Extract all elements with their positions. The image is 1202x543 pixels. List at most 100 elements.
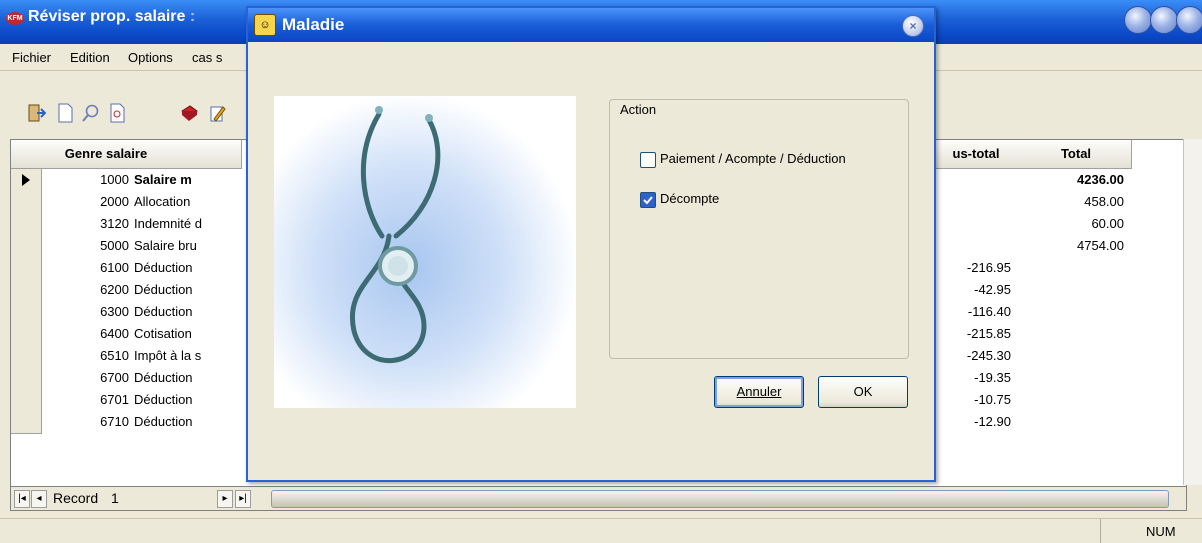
row-selector[interactable] [11,345,42,368]
search-icon[interactable] [82,103,100,123]
horizontal-scrollbar[interactable] [271,490,1169,508]
last-record-button[interactable]: ▸| [235,490,251,508]
exit-icon[interactable] [28,103,46,123]
row-selector[interactable] [11,279,42,302]
row-label[interactable]: Déduction [134,367,244,389]
row-label[interactable]: Indemnité d [134,213,244,235]
row-total[interactable] [1021,257,1124,279]
row-code[interactable]: 6100 [91,257,129,279]
row-selector[interactable] [11,389,42,412]
row-selector[interactable] [11,301,42,324]
row-total[interactable]: 4754.00 [1021,235,1124,257]
checkmark-icon [643,196,653,205]
dialog-close-button[interactable]: × [902,15,924,37]
row-total[interactable]: 60.00 [1021,213,1124,235]
row-label[interactable]: Cotisation [134,323,244,345]
row-total[interactable] [1021,367,1124,389]
maladie-dialog: ☺ Maladie × Action Paiement / Acompte / … [246,6,936,482]
menu-fichier[interactable]: Fichier [12,50,51,65]
row-code[interactable]: 6700 [91,367,129,389]
row-label[interactable]: Déduction [134,257,244,279]
row-subtotal[interactable]: -10.75 [931,389,1011,411]
row-code[interactable]: 3120 [91,213,129,235]
row-code[interactable]: 2000 [91,191,129,213]
row-label[interactable]: Salaire bru [134,235,244,257]
window-title: Réviser prop. salaire : [28,8,195,26]
stethoscope-image [274,96,576,408]
book-icon[interactable] [180,103,198,123]
row-subtotal[interactable]: -216.95 [931,257,1011,279]
row-code[interactable]: 6701 [91,389,129,411]
row-total[interactable] [1021,411,1124,433]
decompte-label: Décompte [660,191,720,206]
first-record-button[interactable]: |◂ [14,490,30,508]
row-selector[interactable] [11,367,42,390]
ok-button[interactable]: OK [818,376,908,408]
row-subtotal[interactable]: -42.95 [931,279,1011,301]
decompte-checkbox[interactable] [640,192,656,208]
row-code[interactable]: 1000 [91,169,129,191]
row-code[interactable]: 6400 [91,323,129,345]
row-subtotal[interactable]: -19.35 [931,367,1011,389]
row-label[interactable]: Déduction [134,279,244,301]
action-groupbox [609,99,909,359]
row-subtotal[interactable]: -116.40 [931,301,1011,323]
row-subtotal[interactable] [931,213,1011,235]
minimize-button[interactable] [1124,6,1152,34]
row-subtotal[interactable] [931,169,1011,191]
row-code[interactable]: 6710 [91,411,129,433]
row-selector[interactable] [11,235,42,258]
menu-cas[interactable]: cas s [192,50,222,65]
row-label[interactable]: Déduction [134,389,244,411]
menu-options[interactable]: Options [128,50,173,65]
row-total[interactable] [1021,323,1124,345]
next-record-button[interactable]: ▸ [217,490,233,508]
row-subtotal[interactable]: -215.85 [931,323,1011,345]
cancel-button[interactable]: Annuler [714,376,804,408]
vertical-scrollbar[interactable] [1183,139,1202,485]
row-selector[interactable] [11,411,42,434]
row-selector[interactable] [11,323,42,346]
row-total[interactable] [1021,345,1124,367]
row-selector[interactable] [11,191,42,214]
menu-edition[interactable]: Edition [70,50,110,65]
paiement-label: Paiement / Acompte / Déduction [660,151,846,166]
dialog-app-icon: ☺ [254,14,276,36]
row-selector[interactable] [11,257,42,280]
row-total[interactable]: 458.00 [1021,191,1124,213]
preview-icon[interactable] [108,103,126,123]
row-code[interactable]: 6200 [91,279,129,301]
previous-record-button[interactable]: ◂ [31,490,47,508]
new-document-icon[interactable] [56,103,74,123]
row-code[interactable]: 6300 [91,301,129,323]
row-subtotal[interactable] [931,191,1011,213]
row-selector[interactable] [11,169,42,192]
row-label[interactable]: Allocation [134,191,244,213]
record-number-input[interactable]: 1 [111,490,201,506]
column-header-genre[interactable]: Genre salaire [41,140,172,169]
paiement-checkbox[interactable] [640,152,656,168]
column-header-total[interactable]: Total [1021,140,1132,169]
column-header-subtotal[interactable]: us-total [931,140,1022,169]
stethoscope-icon [349,106,441,364]
row-label[interactable]: Déduction [134,411,244,433]
row-label[interactable]: Salaire m [134,169,244,191]
row-subtotal[interactable]: -245.30 [931,345,1011,367]
row-subtotal[interactable] [931,235,1011,257]
record-label: Record [53,490,99,506]
cancel-button-label: Annuler [736,384,782,399]
row-total[interactable] [1021,279,1124,301]
row-code[interactable]: 6510 [91,345,129,367]
row-total[interactable]: 4236.00 [1021,169,1124,191]
maximize-button[interactable] [1150,6,1178,34]
row-total[interactable] [1021,301,1124,323]
close-button[interactable] [1176,6,1202,34]
row-total[interactable] [1021,389,1124,411]
row-selector[interactable] [11,213,42,236]
row-label[interactable]: Impôt à la s [134,345,244,367]
row-label[interactable]: Déduction [134,301,244,323]
app-logo: KFM [6,12,24,25]
row-code[interactable]: 5000 [91,235,129,257]
edit-icon[interactable] [208,103,226,123]
row-subtotal[interactable]: -12.90 [931,411,1011,433]
